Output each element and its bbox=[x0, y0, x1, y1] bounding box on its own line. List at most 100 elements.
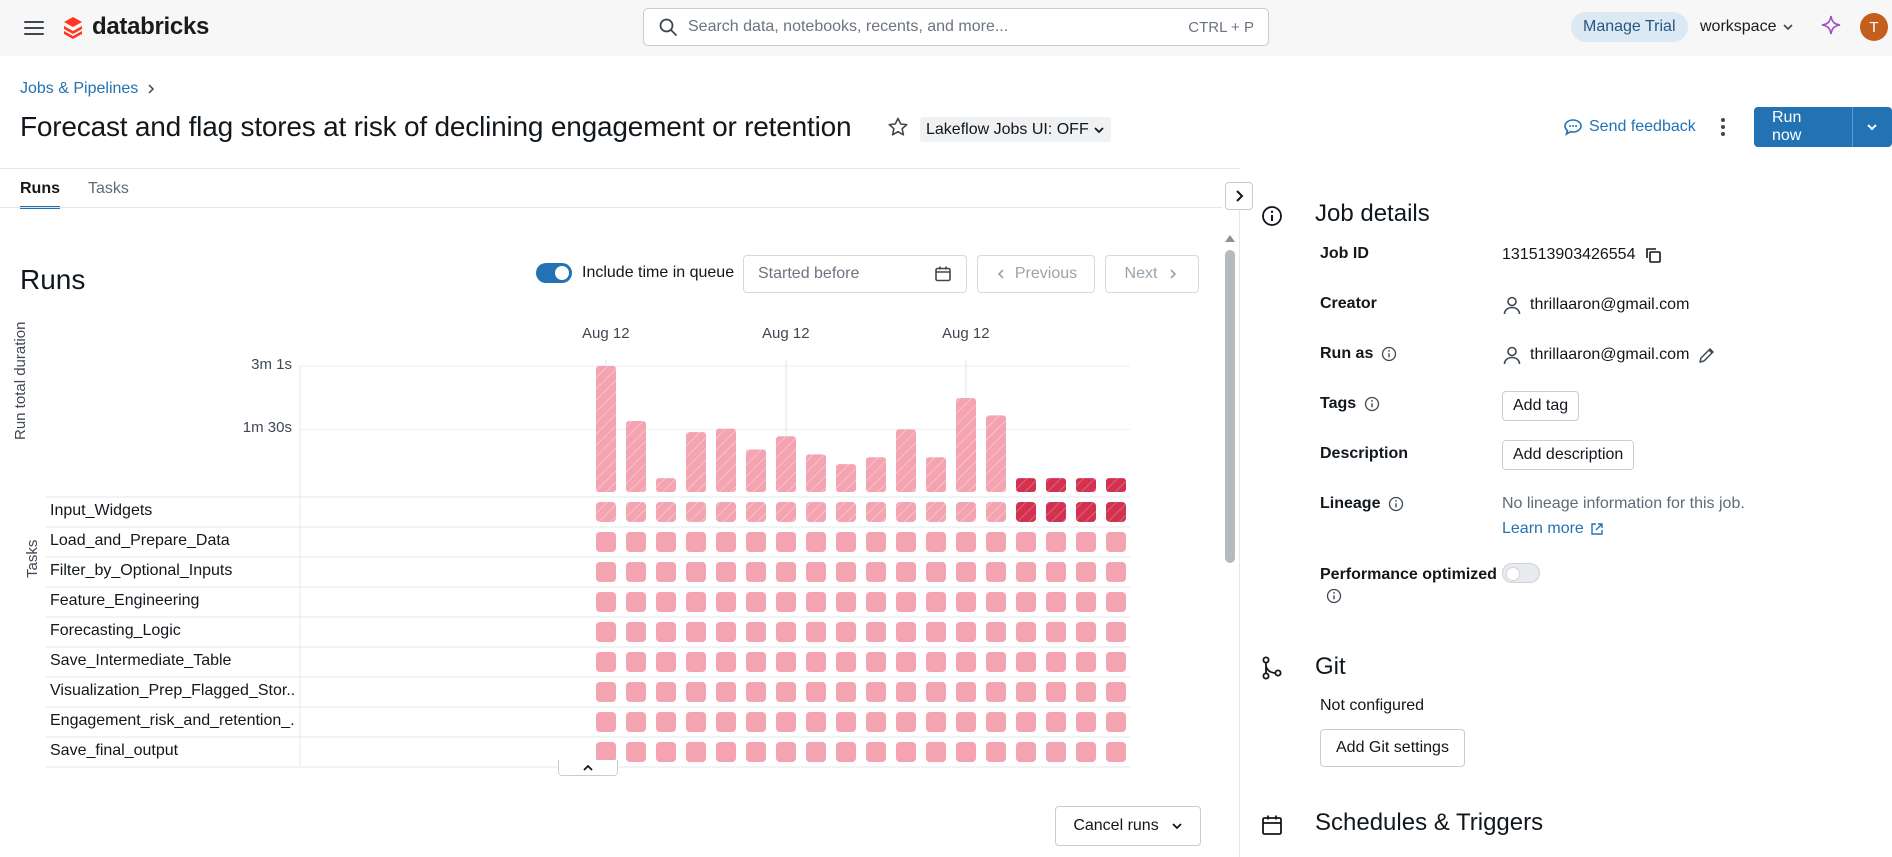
task-run-cell bbox=[716, 562, 736, 582]
duration-bar bbox=[1046, 478, 1066, 492]
task-run-cell bbox=[956, 712, 976, 732]
scroll-up-arrow-icon[interactable] bbox=[1224, 233, 1236, 243]
task-run-cell bbox=[686, 682, 706, 702]
task-run-cell bbox=[746, 622, 766, 642]
duration-bar bbox=[656, 478, 676, 492]
task-run-cell bbox=[986, 742, 1006, 762]
task-run-cell bbox=[776, 682, 796, 702]
task-run-cell bbox=[626, 562, 646, 582]
task-run-cell bbox=[656, 562, 676, 582]
task-run-cell bbox=[1016, 622, 1036, 642]
add-tag-button[interactable]: Add tag bbox=[1502, 391, 1580, 421]
task-run-cell bbox=[1076, 712, 1096, 732]
add-git-settings-button[interactable]: Add Git settings bbox=[1320, 729, 1465, 767]
scrollbar-thumb[interactable] bbox=[1225, 250, 1235, 563]
info-icon[interactable] bbox=[1388, 496, 1404, 512]
task-run-cell bbox=[656, 502, 676, 522]
task-run-cell bbox=[806, 592, 826, 612]
task-run-cell bbox=[746, 652, 766, 672]
info-icon[interactable] bbox=[1364, 396, 1380, 412]
task-run-cell bbox=[866, 502, 886, 522]
task-run-cell bbox=[866, 562, 886, 582]
task-run-cell bbox=[1106, 592, 1126, 612]
task-run-cell bbox=[956, 622, 976, 642]
add-description-button[interactable]: Add description bbox=[1502, 440, 1635, 470]
task-run-cell bbox=[626, 592, 646, 612]
task-run-cell bbox=[596, 682, 616, 702]
git-status: Not configured bbox=[1320, 697, 1425, 714]
task-run-cell bbox=[896, 502, 916, 522]
duration-bar bbox=[1016, 478, 1036, 492]
task-run-cell bbox=[1076, 592, 1096, 612]
task-run-cell bbox=[716, 652, 736, 672]
task-run-cell bbox=[896, 622, 916, 642]
task-run-cell bbox=[836, 652, 856, 672]
task-run-cell bbox=[806, 562, 826, 582]
user-icon bbox=[1503, 296, 1521, 315]
task-run-cell bbox=[746, 592, 766, 612]
task-run-cell bbox=[1106, 652, 1126, 672]
task-run-cell bbox=[896, 592, 916, 612]
pencil-edit-icon[interactable] bbox=[1697, 345, 1717, 365]
collapse-chart-handle[interactable] bbox=[558, 760, 618, 776]
lineage-text: No lineage information for this job. bbox=[1502, 495, 1745, 512]
task-run-cell bbox=[626, 682, 646, 702]
duration-bar bbox=[866, 457, 886, 492]
duration-bar bbox=[746, 449, 766, 492]
task-run-cell bbox=[746, 502, 766, 522]
task-run-cell bbox=[596, 592, 616, 612]
task-run-cell bbox=[836, 712, 856, 732]
duration-bar bbox=[956, 398, 976, 492]
task-run-cell bbox=[1046, 742, 1066, 762]
creator-label: Creator bbox=[1320, 295, 1377, 313]
run-as-value: thrillaaron@gmail.com bbox=[1502, 345, 1717, 365]
duration-bar bbox=[596, 366, 616, 492]
duration-bar bbox=[626, 420, 646, 492]
task-run-cell bbox=[1076, 682, 1096, 702]
copy-icon[interactable] bbox=[1643, 245, 1663, 265]
task-run-cell bbox=[686, 742, 706, 762]
task-run-cell bbox=[686, 502, 706, 522]
task-run-cell bbox=[1016, 682, 1036, 702]
task-run-cell bbox=[746, 562, 766, 582]
task-run-cell bbox=[656, 592, 676, 612]
performance-optimized-toggle[interactable] bbox=[1502, 563, 1540, 583]
duration-bar bbox=[686, 432, 706, 492]
task-run-cell bbox=[1076, 652, 1096, 672]
task-run-cell bbox=[1046, 592, 1066, 612]
schedules-heading: Schedules & Triggers bbox=[1315, 809, 1544, 836]
task-run-cell bbox=[986, 592, 1006, 612]
task-run-cell bbox=[776, 652, 796, 672]
cancel-runs-button[interactable]: Cancel runs bbox=[1055, 806, 1201, 846]
task-run-cell bbox=[1046, 712, 1066, 732]
task-run-cell bbox=[596, 562, 616, 582]
learn-more-link[interactable]: Learn more bbox=[1502, 520, 1604, 538]
task-run-cell bbox=[866, 742, 886, 762]
info-icon[interactable] bbox=[1381, 346, 1397, 362]
task-run-cell bbox=[926, 712, 946, 732]
task-run-cell bbox=[626, 502, 646, 522]
task-run-cell bbox=[926, 742, 946, 762]
task-run-cell bbox=[596, 622, 616, 642]
job-id-label: Job ID bbox=[1320, 245, 1369, 263]
task-run-cell bbox=[776, 742, 796, 762]
task-run-cell bbox=[896, 562, 916, 582]
runs-matrix-chart bbox=[46, 360, 1130, 768]
task-run-cell bbox=[686, 562, 706, 582]
task-run-cell bbox=[866, 532, 886, 552]
duration-bar bbox=[1106, 478, 1126, 492]
git-heading: Git bbox=[1315, 653, 1346, 680]
task-run-cell bbox=[956, 562, 976, 582]
task-run-cell bbox=[926, 592, 946, 612]
chevron-down-icon bbox=[1172, 823, 1182, 830]
task-run-cell bbox=[716, 532, 736, 552]
task-run-cell bbox=[926, 562, 946, 582]
job-id-label-text: Job ID bbox=[1320, 245, 1369, 262]
info-icon[interactable] bbox=[1326, 588, 1342, 604]
creator-label-text: Creator bbox=[1320, 295, 1377, 312]
task-run-cell bbox=[1016, 712, 1036, 732]
task-run-cell bbox=[866, 592, 886, 612]
lineage-label-text: Lineage bbox=[1320, 495, 1381, 512]
task-run-cell bbox=[686, 592, 706, 612]
duration-bar bbox=[986, 415, 1006, 492]
